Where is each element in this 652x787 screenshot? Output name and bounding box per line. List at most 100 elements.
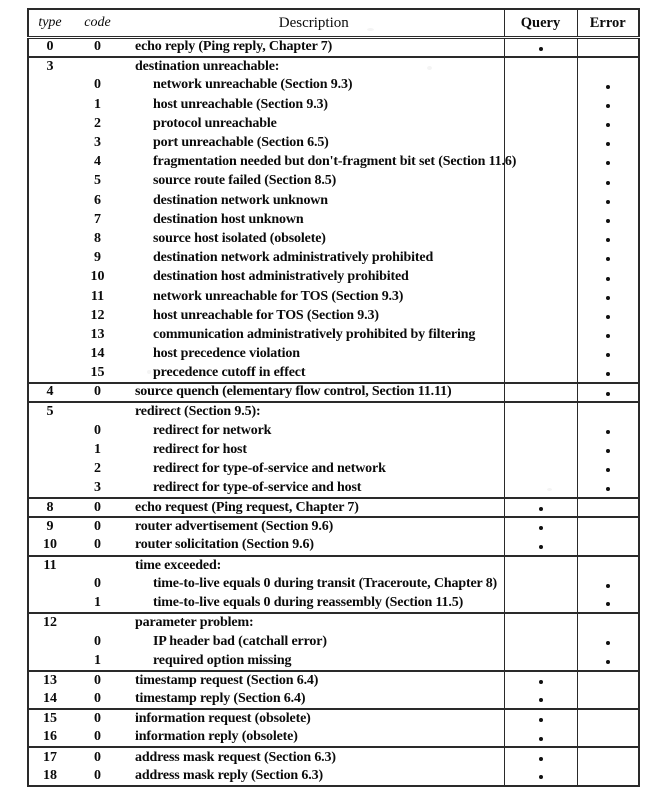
error-dot-icon [605,161,610,166]
cell-code: 6 [94,192,101,208]
cell-error-mark [577,306,639,325]
cell-description: source quench (elementary flow control, … [124,381,505,403]
cell-query-mark [504,36,578,57]
table-row: 12 parameter problem: [28,612,639,633]
column-header-error: Error [589,14,626,31]
cell-error-mark [577,153,639,172]
scanned-table-figure: type code Description Query Error 0 0 echo… [27,8,640,787]
table-row: 0 IP header bad (catchall error) [28,632,639,652]
cell-type: 9 [28,516,71,537]
error-dot-icon [605,257,610,262]
table-row: 14 host precedence violation [28,344,639,364]
cell-query-mark [504,746,578,767]
cell-query-mark [504,75,578,96]
cell-query-mark [504,210,578,230]
cell-description: redirect (Section 9.5): [124,401,505,422]
cell-description: source host isolated (obsolete) [124,229,505,249]
cell-error-mark [577,229,639,248]
column-header-query: Query [504,9,578,38]
table-row: 5 redirect (Section 9.5): [28,401,639,422]
cell-type: 17 [28,746,71,767]
table-row: 1 host unreachable (Section 9.3) [28,95,639,115]
cell-error-mark [577,536,639,555]
cell-description: timestamp reply (Section 6.4) [124,689,505,710]
cell-query-mark [504,306,578,326]
table-row: 17 0 address mask request (Section 6.3) [28,746,639,767]
cell-type [28,268,71,287]
cell-type [28,440,71,459]
error-dot-icon [605,334,610,339]
table-row: 1 redirect for host [28,440,639,460]
cell-query-mark [504,440,578,460]
cell-error-mark [577,728,639,747]
cell-error-mark [577,516,639,537]
cell-description: time-to-live equals 0 during transit (Tr… [124,574,505,594]
query-dot-icon [538,506,543,511]
cell-type: 12 [28,612,71,633]
cell-query-mark [504,766,578,786]
cell-description: fragmentation needed but don't-fragment … [124,152,516,172]
cell-query-mark [504,114,578,134]
cell-code [71,554,124,575]
table-row: 8 source host isolated (obsolete) [28,229,639,249]
cell-description: information request (obsolete) [124,708,505,729]
cell-type [28,95,71,114]
cell-query-mark [504,248,578,268]
cell-code: 15 [90,364,105,380]
cell-error-mark [577,652,639,671]
cell-error-mark [577,287,639,306]
table-body: 0 0 echo reply (Ping reply, Chapter 7) 3 des… [28,36,639,786]
cell-description: destination host administratively prohib… [124,267,505,287]
table-row: 11 network unreachable for TOS (Section 9… [28,286,639,307]
cell-description: echo request (Ping request, Chapter 7) [124,496,505,518]
cell-query-mark [504,496,578,518]
header-row: type code Description Query Error [28,9,639,38]
error-dot-icon [605,468,610,473]
cell-description: port unreachable (Section 6.5) [124,133,505,153]
table-row: 0 0 echo reply (Ping reply, Chapter 7) [28,36,639,57]
table-row: 3 destination unreachable: [28,55,639,76]
cell-query-mark [504,651,578,671]
icmp-message-types-table: type code Description Query Error 0 0 echo… [27,8,640,787]
cell-description: host unreachable (Section 9.3) [124,95,505,115]
cell-error-mark [577,133,639,152]
cell-code: 10 [90,269,105,285]
cell-description: source route failed (Section 8.5) [124,171,505,191]
cell-query-mark [504,728,578,748]
cell-query-mark [504,689,578,710]
cell-code: 13 [90,326,105,342]
table-row: 2 protocol unreachable [28,114,639,134]
cell-type: 11 [28,554,71,575]
table-row: 6 destination network unknown [28,191,639,211]
cell-error-mark [577,746,639,767]
cell-code [71,55,124,76]
cell-code: 0 [71,516,124,537]
table-row: 10 destination host administratively proh… [28,267,639,287]
cell-query-mark [504,363,578,383]
cell-type [28,153,71,172]
cell-type: 3 [28,55,71,76]
query-dot-icon [538,698,543,703]
query-dot-icon [538,526,543,531]
table-row: 4 fragmentation needed but don't-fragment… [28,152,639,172]
cell-description: network unreachable (Section 9.3) [124,75,505,96]
cell-query-mark [504,708,578,729]
cell-description: destination network unknown [124,191,505,211]
cell-type: 13 [28,669,71,690]
cell-error-mark [577,249,639,268]
error-dot-icon [605,487,610,492]
table-row: 12 host unreachable for TOS (Section 9.3) [28,306,639,326]
cell-query-mark [504,536,578,556]
cell-code: 7 [94,211,101,227]
cell-type [28,191,71,210]
table-row: 9 destination network administratively pr… [28,248,639,268]
cell-query-mark [504,325,578,345]
table-row: 0 time-to-live equals 0 during transit (T… [28,574,639,594]
table-row: 4 0 source quench (elementary flow control… [28,381,639,403]
cell-query-mark [504,459,578,479]
cell-code: 0 [71,669,124,690]
cell-code: 2 [94,115,101,131]
cell-type [28,632,71,651]
cell-error-mark [577,76,639,95]
cell-query-mark [504,612,578,633]
